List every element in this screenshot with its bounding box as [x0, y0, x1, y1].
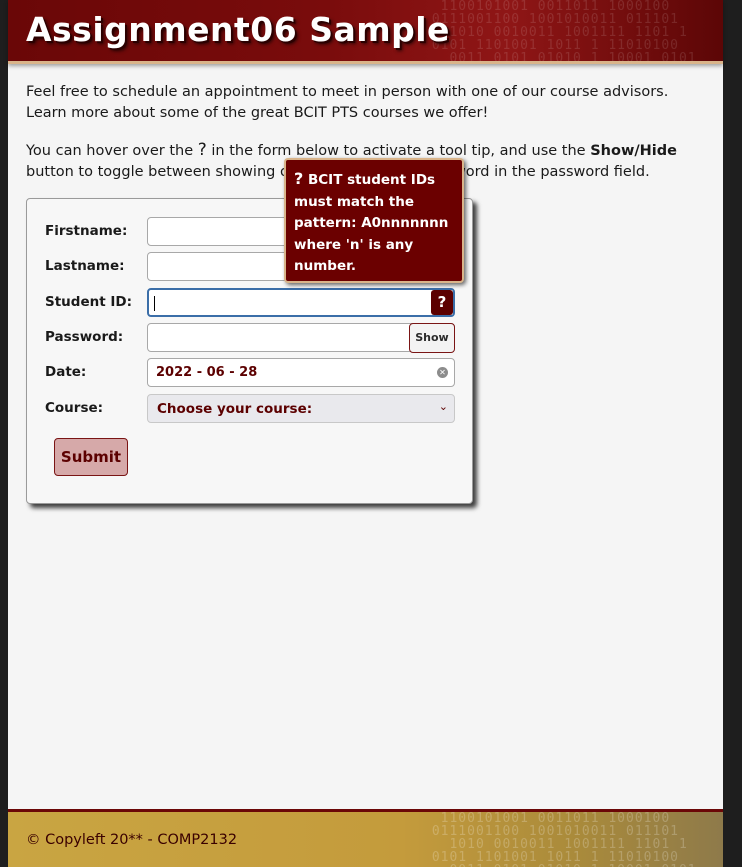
- binary-pattern: 1100101001 0011011 1000100 0111001100 10…: [431, 812, 696, 867]
- date-row: Date: 2022 - 06 - 28 ✕: [27, 358, 472, 388]
- password-input[interactable]: Show: [147, 323, 455, 353]
- password-row: Password: Show: [27, 323, 472, 353]
- tooltip-text: BCIT student IDs must match the pattern:…: [294, 172, 449, 274]
- chevron-down-icon: ⌄: [438, 400, 448, 413]
- studentid-row: Student ID: ?: [27, 288, 472, 318]
- course-label: Course:: [45, 400, 104, 416]
- studentid-input[interactable]: ?: [147, 288, 455, 317]
- course-row: Course: Choose your course: ⌄: [27, 394, 472, 424]
- instructions-text: You can hover over the: [26, 143, 198, 159]
- help-icon[interactable]: ?: [431, 290, 453, 315]
- help-icon: ?: [294, 169, 304, 188]
- clear-icon[interactable]: ✕: [437, 367, 448, 378]
- course-selected-value: Choose your course:: [157, 401, 313, 417]
- submit-button[interactable]: Submit: [54, 438, 128, 476]
- show-password-button[interactable]: Show: [409, 323, 455, 353]
- date-input[interactable]: 2022 - 06 - 28 ✕: [147, 358, 455, 387]
- date-value: 2022 - 06 - 28: [156, 365, 258, 380]
- footer-text: © Copyleft 20** - COMP2132: [26, 832, 238, 848]
- site-footer: 1100101001 0011011 1000100 0111001100 10…: [8, 809, 723, 867]
- binary-pattern: 1100101001 0011011 1000100 0111001100 10…: [431, 0, 697, 61]
- course-select[interactable]: Choose your course: ⌄: [147, 394, 455, 423]
- firstname-label: Firstname:: [45, 223, 128, 239]
- text-caret: [154, 296, 155, 311]
- page-title: Assignment06 Sample: [26, 10, 450, 49]
- help-icon: ?: [197, 140, 207, 160]
- intro-paragraph: Feel free to schedule an appointment to …: [26, 84, 669, 121]
- page: 1100101001 0011011 1000100 0111001100 10…: [8, 0, 723, 867]
- show-hide-label: Show/Hide: [590, 143, 677, 159]
- studentid-label: Student ID:: [45, 294, 132, 310]
- date-label: Date:: [45, 364, 87, 380]
- studentid-tooltip: ? BCIT student IDs must match the patter…: [284, 158, 464, 283]
- lastname-label: Lastname:: [45, 258, 125, 274]
- site-header: 1100101001 0011011 1000100 0111001100 10…: [8, 0, 723, 64]
- password-label: Password:: [45, 329, 124, 345]
- instructions-text: in the form below to activate a tool tip…: [206, 143, 591, 159]
